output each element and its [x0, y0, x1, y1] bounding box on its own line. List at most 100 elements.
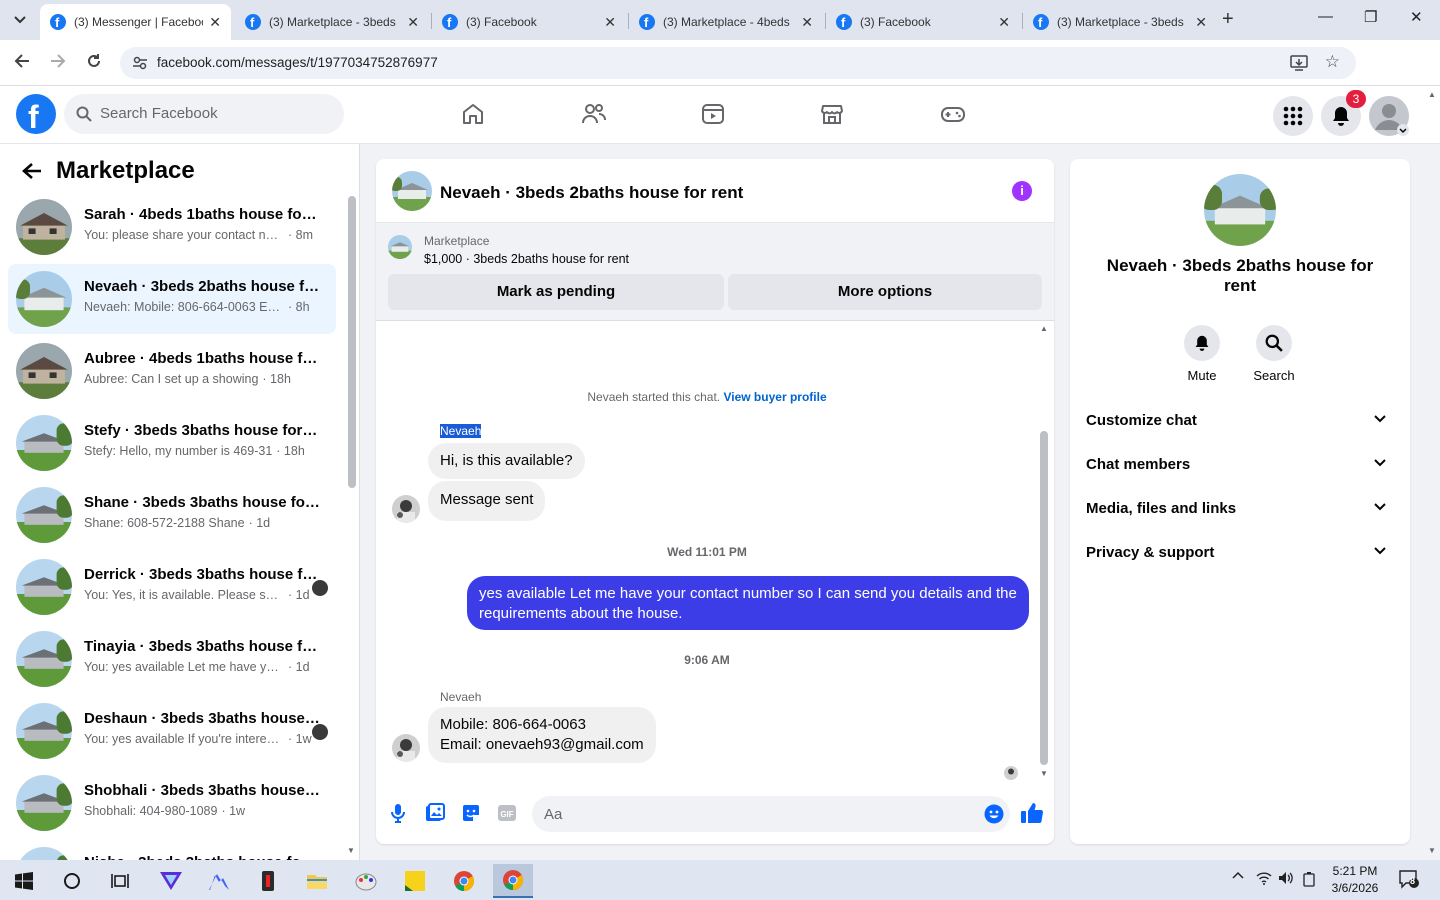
battery-tray-icon[interactable] [1302, 871, 1316, 887]
task-view-button[interactable] [100, 864, 140, 898]
incoming-message[interactable]: Mobile: 806-664-0063 Email: onevaeh93@gm… [428, 707, 656, 763]
chat-avatar[interactable] [392, 171, 432, 211]
menu-button[interactable] [1273, 96, 1313, 136]
nav-video[interactable] [701, 102, 725, 126]
close-tab-icon[interactable]: ✕ [209, 14, 221, 31]
mute-button-circle[interactable] [1184, 325, 1220, 361]
search-button-circle[interactable] [1256, 325, 1292, 361]
chat-title[interactable]: Nevaeh · 3beds 2baths house for rent [440, 183, 743, 203]
scrollbar-thumb[interactable] [1040, 431, 1048, 765]
conversation-item[interactable]: Shobhali · 3beds 3baths house for rent Sh… [8, 768, 336, 838]
close-window-button[interactable]: ✕ [1410, 8, 1423, 26]
attach-media-button[interactable] [425, 803, 445, 823]
url-text[interactable]: facebook.com/messages/t/1977034752876977 [157, 55, 438, 70]
info-icon[interactable]: i [1012, 181, 1032, 201]
browser-tab-6[interactable]: (3) Marketplace - 3beds ✕ [1023, 4, 1217, 40]
start-button[interactable] [4, 864, 44, 898]
conversation-item[interactable]: Aubree · 4beds 1baths house for rent Aubr… [8, 336, 336, 406]
listing-thumbnail[interactable] [388, 235, 412, 259]
notification-center-button[interactable]: 8 [1398, 869, 1420, 889]
conversation-item[interactable]: Tinayia · 3beds 3baths house for rent You… [8, 624, 336, 694]
minimize-window-button[interactable]: — [1318, 8, 1333, 25]
outgoing-message[interactable]: yes available Let me have your contact n… [467, 576, 1029, 630]
taskbar-app-vpn[interactable] [151, 864, 191, 898]
scroll-down-arrow[interactable]: ▼ [347, 846, 355, 855]
network-tray-icon[interactable] [1256, 871, 1272, 885]
taskbar-app-sticky-notes[interactable] [395, 864, 435, 898]
restore-window-button[interactable]: ❐ [1364, 8, 1377, 26]
mute-button[interactable]: Mute [1172, 325, 1232, 383]
back-button[interactable] [22, 162, 42, 180]
vpn-app-icon [160, 872, 182, 890]
conversation-item[interactable]: Shane · 3beds 3baths house for rent Shane… [8, 480, 336, 550]
reload-button[interactable] [86, 53, 102, 69]
facebook-logo[interactable]: f [16, 94, 56, 135]
voice-clip-button[interactable] [390, 803, 406, 823]
close-tab-icon[interactable]: ✕ [801, 14, 813, 31]
close-tab-icon[interactable]: ✕ [1195, 14, 1207, 31]
search-taskbar-button[interactable] [52, 864, 92, 898]
browser-tab-1[interactable]: (3) Messenger | Facebook ✕ [40, 4, 231, 40]
nav-gaming[interactable] [940, 102, 966, 126]
conversation-item[interactable]: Stefy · 3beds 3baths house for rent Stefy… [8, 408, 336, 478]
sender-avatar[interactable] [392, 734, 420, 762]
forward-button[interactable] [50, 53, 66, 69]
bookmark-star-icon[interactable]: ☆ [1325, 52, 1340, 72]
taskbar-app-paint[interactable] [346, 864, 386, 898]
privacy-support-section[interactable]: Privacy & support [1086, 531, 1394, 575]
more-options-button[interactable]: More options [728, 274, 1042, 310]
taskbar-app-file-explorer[interactable] [297, 864, 337, 898]
conversation-item[interactable]: Deshaun · 3beds 3baths house for rent You… [8, 696, 336, 766]
back-button[interactable] [14, 53, 30, 69]
scrollbar-thumb[interactable] [348, 196, 356, 488]
close-tab-icon[interactable]: ✕ [407, 14, 419, 31]
close-tab-icon[interactable]: ✕ [604, 14, 616, 31]
install-app-icon[interactable] [1290, 54, 1308, 72]
show-hidden-icons-button[interactable] [1232, 871, 1244, 879]
system-clock[interactable]: 5:21 PM 3/6/2026 [1326, 863, 1384, 897]
facebook-search-input[interactable]: Search Facebook [64, 94, 344, 134]
listing-title[interactable]: $1,000 · 3beds 2baths house for rent [424, 252, 629, 266]
gif-button[interactable]: GIF [497, 803, 517, 823]
search-in-conversation-button[interactable]: Search [1244, 325, 1304, 383]
browser-tab-3[interactable]: (3) Facebook ✕ [432, 4, 626, 40]
sticker-button[interactable] [461, 803, 481, 823]
site-info-icon[interactable] [132, 55, 148, 71]
scroll-down-arrow[interactable]: ▼ [1040, 769, 1048, 778]
tab-search-button[interactable] [6, 7, 34, 33]
media-files-links-section[interactable]: Media, files and links [1086, 487, 1394, 531]
conversation-item[interactable]: Derrick · 3beds 3baths house for rent You… [8, 552, 336, 622]
conversation-avatar[interactable] [1204, 174, 1276, 246]
volume-tray-icon[interactable] [1278, 871, 1294, 885]
page-scroll-down-arrow[interactable]: ▼ [1428, 846, 1436, 855]
account-button[interactable] [1369, 96, 1409, 136]
conversation-item[interactable]: Nevaeh · 3beds 2baths house for rent Neva… [8, 264, 336, 334]
nav-home[interactable] [461, 102, 485, 126]
browser-tab-5[interactable]: (3) Facebook ✕ [826, 4, 1020, 40]
nav-friends[interactable] [581, 102, 607, 126]
scroll-up-arrow[interactable]: ▲ [1040, 324, 1048, 333]
emoji-icon[interactable] [984, 804, 1004, 824]
browser-tab-2[interactable]: (3) Marketplace - 3beds ✕ [235, 4, 429, 40]
customize-chat-section[interactable]: Customize chat [1086, 399, 1394, 443]
nav-marketplace[interactable] [820, 102, 844, 126]
page-scroll-up-arrow[interactable]: ▲ [1428, 90, 1436, 99]
conversation-item[interactable]: Sarah · 4beds 1baths house for rent You: … [8, 192, 336, 262]
taskbar-app-chrome-active[interactable] [493, 864, 533, 898]
incoming-message[interactable]: Hi, is this available? [428, 443, 585, 479]
taskbar-app-red[interactable] [248, 864, 288, 898]
chat-members-section[interactable]: Chat members [1086, 443, 1394, 487]
like-button[interactable] [1020, 802, 1044, 824]
address-bar[interactable]: facebook.com/messages/t/1977034752876977… [120, 47, 1356, 79]
new-tab-button[interactable]: + [1222, 8, 1234, 31]
browser-tab-4[interactable]: (3) Marketplace - 4beds ✕ [629, 4, 823, 40]
mark-as-pending-button[interactable]: Mark as pending [388, 274, 724, 310]
conversation-item[interactable]: Nisha · 3beds 3baths house for rent [8, 840, 336, 860]
message-input[interactable]: Aa [532, 796, 1010, 832]
view-buyer-profile-link[interactable]: View buyer profile [723, 390, 826, 404]
sender-avatar[interactable] [392, 495, 420, 523]
taskbar-app-nord[interactable] [199, 864, 239, 898]
taskbar-app-chrome[interactable] [444, 864, 484, 898]
incoming-message[interactable]: Message sent [428, 481, 546, 521]
close-tab-icon[interactable]: ✕ [998, 14, 1010, 31]
